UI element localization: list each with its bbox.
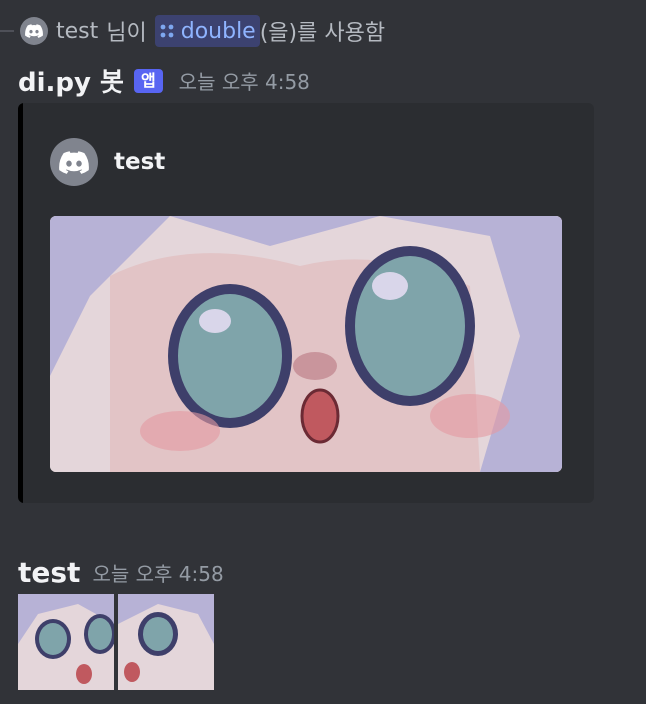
- attachment-thumbnail[interactable]: [118, 594, 214, 690]
- bot-username[interactable]: di.py 봇: [18, 62, 124, 99]
- command-reply-context[interactable]: test 님이 double (을)를 사용함: [20, 14, 385, 48]
- app-badge: 앱: [133, 68, 163, 93]
- attachment-gallery: [18, 594, 214, 690]
- message-header: di.py 봇 앱 오늘 오후 4:58: [18, 62, 310, 99]
- embed-author-avatar: [50, 138, 98, 186]
- username[interactable]: test: [18, 556, 80, 589]
- command-name: double: [180, 18, 256, 44]
- app-command-icon: [160, 24, 174, 38]
- discord-logo-icon: [20, 17, 48, 45]
- message-timestamp[interactable]: 오늘 오후 4:58: [179, 66, 310, 95]
- slash-command-chip[interactable]: double: [154, 15, 260, 47]
- embed-color-bar: [18, 103, 23, 503]
- reply-connector-line: [0, 30, 14, 32]
- reply-text-prefix: 님이: [106, 21, 147, 46]
- reply-username[interactable]: test: [56, 19, 98, 44]
- embed-image[interactable]: [50, 216, 562, 472]
- attachment-thumbnail[interactable]: [18, 594, 114, 690]
- reply-text-suffix: (을)를 사용함: [259, 21, 386, 46]
- message-header: test 오늘 오후 4:58: [18, 556, 224, 589]
- message-timestamp[interactable]: 오늘 오후 4:58: [92, 558, 223, 587]
- embed-author: test: [50, 138, 165, 186]
- message-embed: test: [18, 103, 594, 503]
- embed-author-name: test: [114, 149, 166, 175]
